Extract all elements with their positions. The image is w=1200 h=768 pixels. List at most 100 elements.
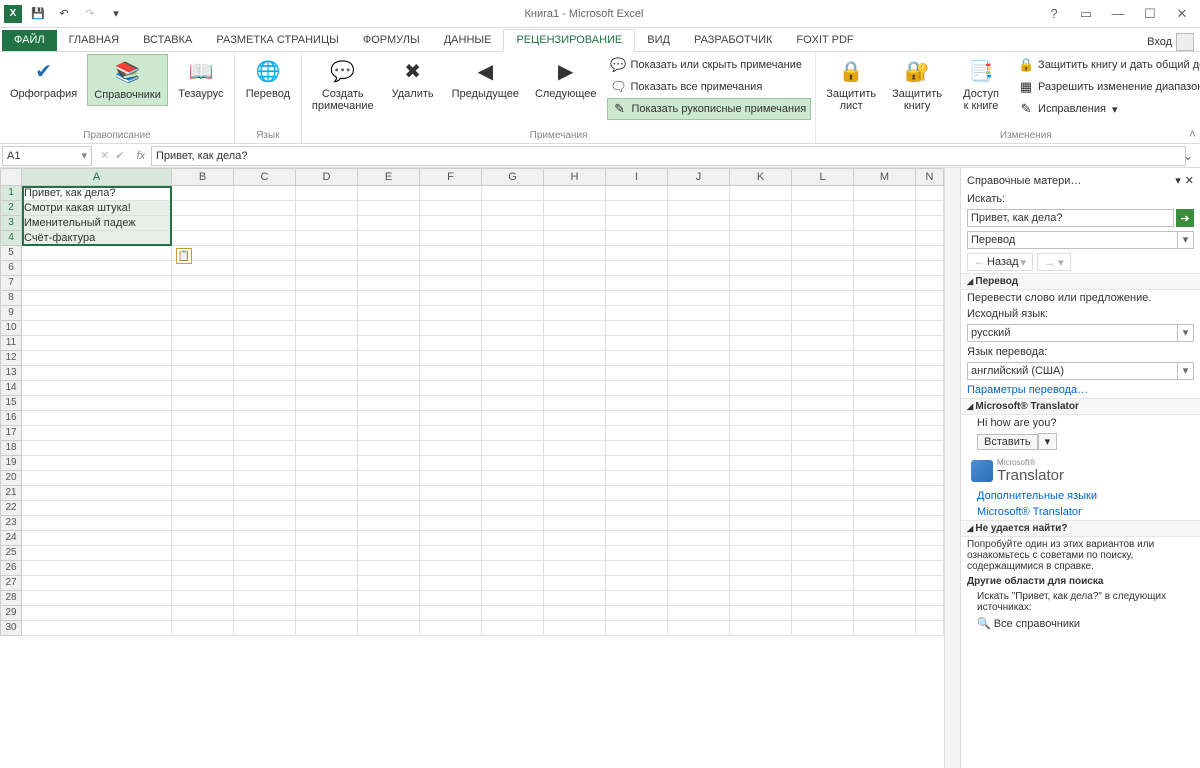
target-lang-select[interactable] xyxy=(967,362,1178,380)
research-button[interactable]: 📚Справочники xyxy=(87,54,168,106)
cell[interactable] xyxy=(730,201,792,216)
row-header[interactable]: 6 xyxy=(0,261,22,276)
cell[interactable] xyxy=(730,351,792,366)
cell[interactable] xyxy=(22,336,172,351)
cell[interactable] xyxy=(606,306,668,321)
col-header[interactable]: F xyxy=(420,168,482,186)
cell[interactable] xyxy=(234,531,296,546)
cell[interactable] xyxy=(792,381,854,396)
col-header[interactable]: I xyxy=(606,168,668,186)
cell[interactable] xyxy=(606,546,668,561)
cell[interactable] xyxy=(420,231,482,246)
cell[interactable] xyxy=(668,396,730,411)
col-header[interactable]: C xyxy=(234,168,296,186)
section-translator[interactable]: Microsoft® Translator xyxy=(961,398,1200,415)
cell[interactable] xyxy=(172,321,234,336)
cell[interactable] xyxy=(22,441,172,456)
cell[interactable] xyxy=(482,261,544,276)
cell[interactable] xyxy=(172,216,234,231)
cell[interactable] xyxy=(172,351,234,366)
cell[interactable] xyxy=(296,246,358,261)
cell[interactable] xyxy=(482,561,544,576)
cell[interactable] xyxy=(234,306,296,321)
cell[interactable] xyxy=(420,501,482,516)
cell[interactable] xyxy=(358,501,420,516)
cell[interactable] xyxy=(668,456,730,471)
cell[interactable] xyxy=(544,276,606,291)
cell[interactable] xyxy=(606,456,668,471)
cell[interactable] xyxy=(358,186,420,201)
cell[interactable]: Привет, как дела? xyxy=(22,186,172,201)
tab-view[interactable]: ВИД xyxy=(635,30,682,51)
cell[interactable] xyxy=(22,291,172,306)
service-select[interactable] xyxy=(967,231,1178,249)
cell[interactable] xyxy=(916,246,944,261)
cell[interactable] xyxy=(22,366,172,381)
cell[interactable] xyxy=(544,516,606,531)
allow-ranges-button[interactable]: ▦Разрешить изменение диапазонов xyxy=(1014,76,1200,98)
cell[interactable] xyxy=(668,501,730,516)
cell[interactable] xyxy=(606,246,668,261)
cell[interactable] xyxy=(172,501,234,516)
cell[interactable] xyxy=(234,471,296,486)
cell[interactable] xyxy=(792,561,854,576)
cell[interactable] xyxy=(916,336,944,351)
cell[interactable] xyxy=(792,546,854,561)
cell[interactable] xyxy=(668,561,730,576)
cell[interactable] xyxy=(482,621,544,636)
cell[interactable] xyxy=(606,201,668,216)
tab-review[interactable]: РЕЦЕНЗИРОВАНИЕ xyxy=(503,29,635,52)
cell[interactable] xyxy=(668,291,730,306)
row-header[interactable]: 7 xyxy=(0,276,22,291)
cell[interactable] xyxy=(482,246,544,261)
cell[interactable] xyxy=(172,306,234,321)
cell[interactable] xyxy=(22,606,172,621)
source-lang-select[interactable] xyxy=(967,324,1178,342)
cell[interactable] xyxy=(420,216,482,231)
cell[interactable] xyxy=(420,396,482,411)
cell[interactable] xyxy=(482,276,544,291)
more-langs-link[interactable]: Дополнительные языки xyxy=(961,488,1200,504)
cell[interactable] xyxy=(420,306,482,321)
cell[interactable] xyxy=(792,456,854,471)
cell[interactable] xyxy=(420,381,482,396)
cell[interactable] xyxy=(234,591,296,606)
search-input[interactable] xyxy=(967,209,1174,227)
qat-save[interactable]: 💾 xyxy=(28,4,48,24)
cell[interactable] xyxy=(482,456,544,471)
cell[interactable] xyxy=(668,591,730,606)
cell[interactable] xyxy=(544,321,606,336)
cell[interactable] xyxy=(730,216,792,231)
cell[interactable] xyxy=(482,486,544,501)
cell[interactable] xyxy=(22,411,172,426)
col-header[interactable]: A xyxy=(22,168,172,186)
cell[interactable] xyxy=(544,201,606,216)
cancel-formula-icon[interactable]: ✕ xyxy=(100,149,109,162)
translate-options-link[interactable]: Параметры перевода… xyxy=(961,382,1200,398)
cell[interactable] xyxy=(792,351,854,366)
cell[interactable] xyxy=(296,426,358,441)
cell[interactable] xyxy=(916,441,944,456)
cell[interactable] xyxy=(358,321,420,336)
new-comment-button[interactable]: 💬Создать примечание xyxy=(306,54,380,116)
cell[interactable] xyxy=(482,291,544,306)
cell[interactable] xyxy=(296,486,358,501)
all-research-link[interactable]: 🔍 Все справочники xyxy=(961,615,1200,632)
cell[interactable] xyxy=(296,276,358,291)
cell[interactable] xyxy=(296,216,358,231)
cell[interactable] xyxy=(234,396,296,411)
cell[interactable] xyxy=(668,261,730,276)
cell[interactable] xyxy=(22,516,172,531)
cell[interactable] xyxy=(544,231,606,246)
cell[interactable] xyxy=(730,261,792,276)
cell[interactable] xyxy=(296,201,358,216)
cell[interactable] xyxy=(916,516,944,531)
cell[interactable] xyxy=(606,231,668,246)
cell[interactable] xyxy=(234,486,296,501)
sign-in[interactable]: Вход xyxy=(1147,33,1200,51)
cell[interactable] xyxy=(730,546,792,561)
vertical-scrollbar[interactable] xyxy=(944,168,960,768)
cell[interactable] xyxy=(854,336,916,351)
cell[interactable] xyxy=(916,396,944,411)
insert-button[interactable]: Вставить xyxy=(977,434,1038,450)
